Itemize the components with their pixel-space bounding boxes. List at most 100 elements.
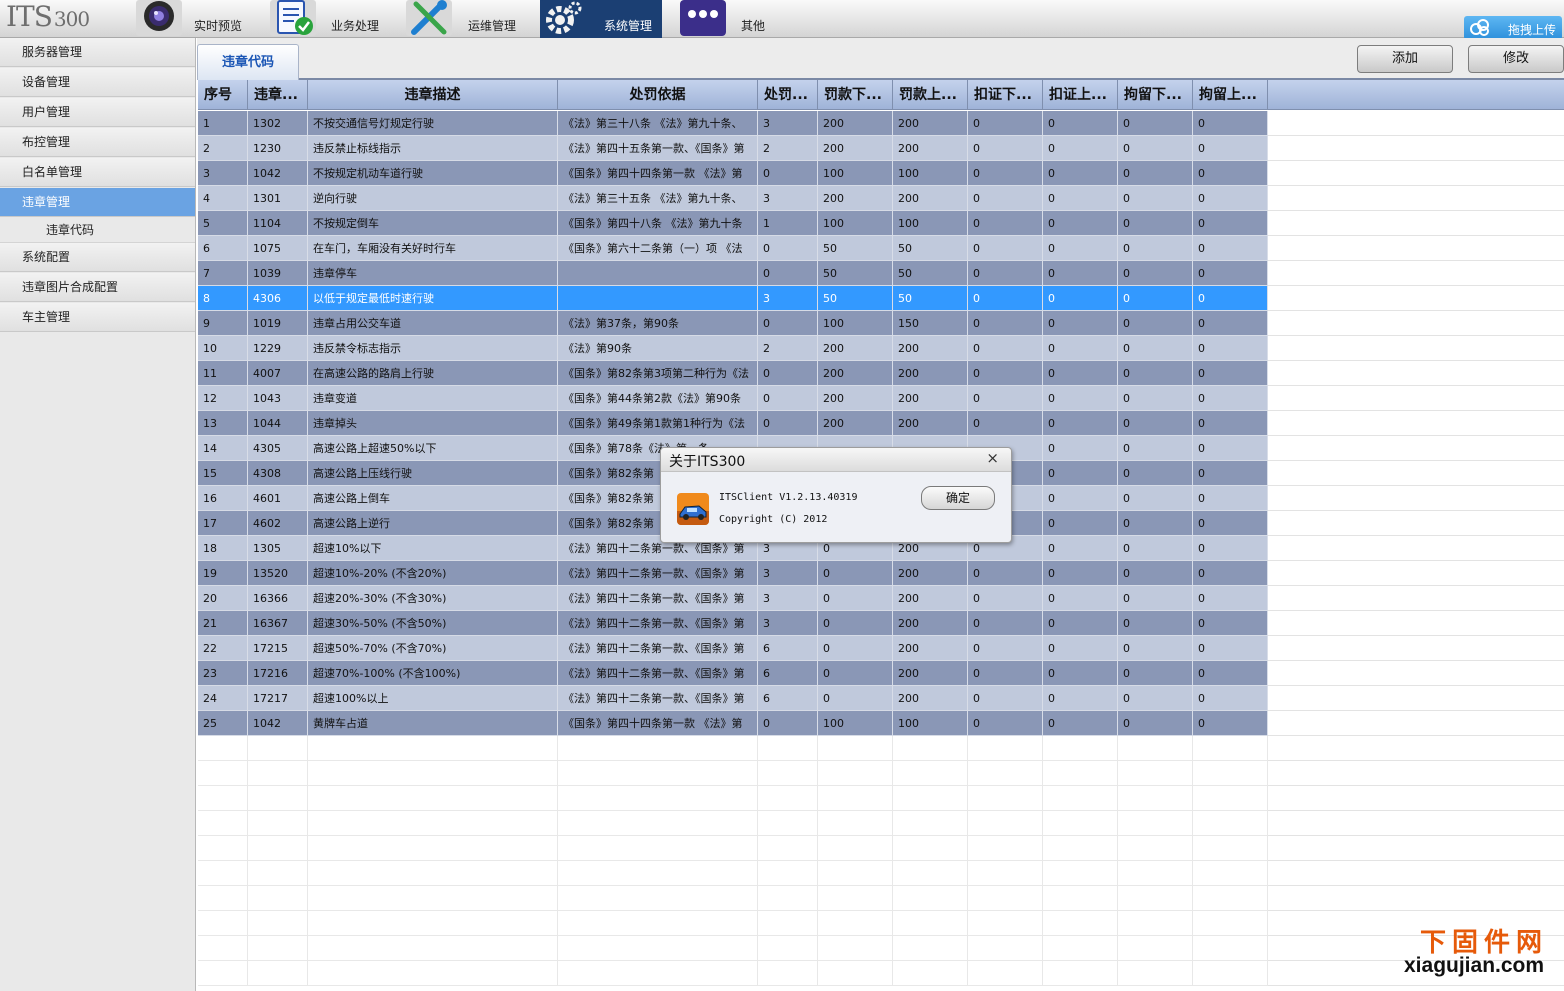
drag-upload-button[interactable]: 拖拽上传 [1464,16,1562,40]
column-header[interactable]: 处罚依据 [558,80,758,110]
table-cell: 17215 [248,636,308,661]
column-header[interactable]: 序号 [198,80,248,110]
table-cell [818,761,893,786]
logo-number: 300 [53,7,90,31]
table-row[interactable]: 10 1229 违反禁令标志指示 《法》第90条 2 200 200 0 0 0 0 [198,336,1564,361]
nav-item-other[interactable]: 其他 [680,0,790,38]
table-cell [248,761,308,786]
table-row[interactable]: 25 1042 黄牌车占道 《国条》第四十四条第一款 《法》第 0 100 100 0 0 0 0 [198,711,1564,736]
table-cell: 0 [1118,536,1193,561]
nav-item-business[interactable]: 业务处理 [270,0,400,38]
column-header[interactable]: 罚款上... [893,80,968,110]
add-button[interactable]: 添加 [1357,45,1453,73]
table-cell: 以低于规定最低时速行驶 [308,286,558,311]
table-cell: 0 [1118,486,1193,511]
table-cell: 0 [968,611,1043,636]
column-header[interactable]: 拘留上... [1193,80,1268,110]
sidebar-item-whitelist[interactable]: 白名单管理 [0,158,195,187]
table-row[interactable]: 6 1075 在车门，车厢没有关好时行车 《国条》第六十二条第（一）项 《法 0 50 50… [198,236,1564,261]
edit-button[interactable]: 修改 [1468,45,1564,73]
table-cell: 超速30%-50% (不含50%) [308,611,558,636]
table-cell [1193,761,1268,786]
nav-item-realtime-preview[interactable]: 实时预览 [136,0,266,38]
sidebar-subitem-violation-code[interactable]: 违章代码 [0,217,195,243]
empty-table-row [198,861,1564,886]
table-row[interactable]: 1 1302 不按交通信号灯规定行驶 《法》第三十八条 《法》第九十条、 3 200 200… [198,111,1564,136]
table-cell: 0 [1043,661,1118,686]
table-row[interactable]: 23 17216 超速70%-100% (不含100%) 《法》第四十二条第一款、《国… [198,661,1564,686]
column-header[interactable]: 处罚... [758,80,818,110]
table-cell: 6 [758,686,818,711]
table-cell: 200 [893,336,968,361]
table-cell: 0 [1043,486,1118,511]
table-row[interactable]: 8 4306 以低于规定最低时速行驶 3 50 50 0 0 0 0 [198,286,1564,311]
table-row[interactable]: 11 4007 在高速公路的路肩上行驶 《国条》第82条第3项第二种行为《法 0 200 2… [198,361,1564,386]
table-cell [968,761,1043,786]
table-cell [198,736,248,761]
sidebar-item-image-compose-config[interactable]: 违章图片合成配置 [0,273,195,302]
table-row[interactable]: 3 1042 不按规定机动车道行驶 《国条》第四十四条第一款 《法》第 0 100 100 0… [198,161,1564,186]
table-row[interactable]: 4 1301 逆向行驶 《法》第三十五条 《法》第九十条、 3 200 200 0 0 0 0 [198,186,1564,211]
dots-icon [680,0,726,36]
table-cell: 0 [1193,286,1268,311]
sidebar-item-system-config[interactable]: 系统配置 [0,243,195,272]
table-cell [558,286,758,311]
table-cell: 0 [968,561,1043,586]
table-cell [1193,811,1268,836]
nav-label: 业务处理 [331,19,380,33]
dialog-title-bar: 关于ITS300 × [661,448,1011,472]
table-row[interactable]: 2 1230 违反禁止标线指示 《法》第四十五条第一款、《国条》第 2 200 200 0 0 0… [198,136,1564,161]
table-cell [968,911,1043,936]
table-cell: 0 [1118,386,1193,411]
ok-button[interactable]: 确定 [921,486,995,510]
close-icon[interactable]: × [986,449,999,467]
table-cell: 0 [1118,686,1193,711]
sidebar-item-owner[interactable]: 车主管理 [0,303,195,332]
table-cell: 0 [758,161,818,186]
table-cell: 50 [893,261,968,286]
table-cell: 0 [1193,711,1268,736]
nav-item-system-management[interactable]: 系统管理 [540,0,662,38]
column-header[interactable]: 扣证下... [968,80,1043,110]
table-row[interactable]: 5 1104 不按规定倒车 《国条》第四十八条 《法》第九十条 1 100 100 0 0 0 0 [198,211,1564,236]
table-cell: 超速10%以下 [308,536,558,561]
sidebar-item-device[interactable]: 设备管理 [0,68,195,97]
column-header[interactable]: 违章描述 [308,80,558,110]
column-header[interactable]: 扣证上... [1043,80,1118,110]
table-cell: 0 [1118,286,1193,311]
table-cell: 0 [758,411,818,436]
column-header[interactable]: 拘留下... [1118,80,1193,110]
sidebar-item-server[interactable]: 服务器管理 [0,38,195,67]
table-cell [248,861,308,886]
table-row[interactable]: 19 13520 超速10%-20% (不含20%) 《法》第四十二条第一款、《国条》… [198,561,1564,586]
table-cell: 0 [1193,311,1268,336]
table-cell: 5 [198,211,248,236]
table-cell: 1075 [248,236,308,261]
table-row[interactable]: 20 16366 超速20%-30% (不含30%) 《法》第四十二条第一款、《国条》… [198,586,1564,611]
column-header[interactable]: 罚款下... [818,80,893,110]
sidebar-item-violation[interactable]: 违章管理 [0,188,195,217]
empty-table-row [198,911,1564,936]
table-cell [198,936,248,961]
column-header[interactable]: 违章... [248,80,308,110]
table-cell: 2 [758,136,818,161]
table-row[interactable]: 7 1039 违章停车 0 50 50 0 0 0 0 [198,261,1564,286]
tab-violation-code[interactable]: 违章代码 [197,44,299,80]
table-cell [818,786,893,811]
table-row[interactable]: 22 17215 超速50%-70% (不含70%) 《法》第四十二条第一款、《国条》… [198,636,1564,661]
table-row[interactable]: 13 1044 违章掉头 《国条》第49条第1款第1种行为《法 0 200 200 0 0 0 0 [198,411,1564,436]
table-cell: 0 [1193,486,1268,511]
table-row[interactable]: 12 1043 违章变道 《国条》第44条第2款《法》第90条 0 200 200 0 0 0 0 [198,386,1564,411]
table-cell: 2 [198,136,248,161]
sidebar-item-surveillance[interactable]: 布控管理 [0,128,195,157]
table-cell [308,961,558,986]
table-row[interactable]: 9 1019 违章占用公交车道 《法》第37条，第90条 0 100 150 0 0 0 0 [198,311,1564,336]
table-row[interactable]: 24 17217 超速100%以上 《法》第四十二条第一款、《国条》第 6 0 200 0 0 0… [198,686,1564,711]
table-cell: 100 [818,161,893,186]
table-row[interactable]: 21 16367 超速30%-50% (不含50%) 《法》第四十二条第一款、《国条》… [198,611,1564,636]
table-cell [893,786,968,811]
nav-item-operations[interactable]: 运维管理 [406,0,536,38]
table-cell: 1042 [248,711,308,736]
sidebar-item-user[interactable]: 用户管理 [0,98,195,127]
table-cell: 0 [1043,261,1118,286]
